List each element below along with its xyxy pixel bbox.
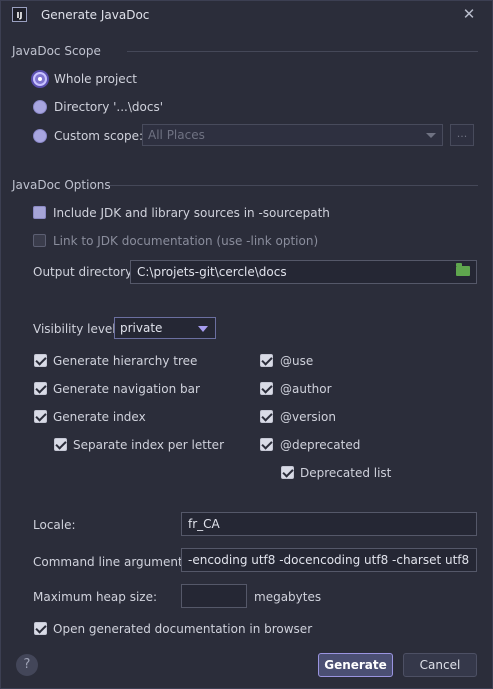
heap-field[interactable]	[181, 584, 247, 608]
deprecated-list-label[interactable]: Deprecated list	[300, 466, 391, 480]
window-title: Generate JavaDoc	[41, 8, 150, 22]
intellij-icon: IJ	[12, 7, 27, 22]
include-jdk-label[interactable]: Include JDK and library sources in -sour…	[53, 206, 330, 220]
folder-icon[interactable]	[456, 263, 470, 276]
heap-unit-label: megabytes	[254, 590, 322, 604]
args-field[interactable]: -encoding utf8 -docencoding utf8 -charse…	[181, 548, 477, 572]
radio-custom-scope-label[interactable]: Custom scope:	[54, 129, 143, 143]
heap-label: Maximum heap size:	[33, 590, 158, 604]
locale-label: Locale:	[33, 518, 76, 532]
link-jdk-label: Link to JDK documentation (use -link opt…	[53, 234, 319, 248]
radio-directory[interactable]	[33, 100, 47, 114]
navigation-bar-checkbox[interactable]	[34, 382, 47, 395]
locale-field[interactable]: fr_CA	[181, 512, 477, 536]
output-dir-label: Output directory:	[33, 265, 136, 279]
close-icon[interactable]: ✕	[460, 5, 478, 23]
args-label: Command line arguments:	[33, 555, 193, 569]
browse-scope-button[interactable]: ...	[450, 124, 474, 146]
deprecated-tag-checkbox[interactable]	[260, 438, 273, 451]
separate-index-checkbox[interactable]	[54, 438, 67, 451]
visibility-value: private	[120, 321, 163, 335]
hierarchy-tree-checkbox[interactable]	[34, 354, 47, 367]
hierarchy-tree-label[interactable]: Generate hierarchy tree	[53, 354, 197, 368]
generate-button[interactable]: Generate	[318, 653, 393, 677]
use-tag-label[interactable]: @use	[280, 354, 313, 368]
help-icon[interactable]: ?	[16, 654, 38, 676]
version-tag-label[interactable]: @version	[280, 410, 336, 424]
output-dir-field[interactable]: C:\projets-git\cercle\docs	[130, 260, 477, 284]
scope-separator	[127, 51, 478, 52]
cancel-button[interactable]: Cancel	[403, 653, 477, 677]
radio-whole-project-label[interactable]: Whole project	[54, 72, 137, 86]
navigation-bar-label[interactable]: Generate navigation bar	[53, 382, 200, 396]
include-jdk-checkbox[interactable]	[33, 206, 46, 219]
author-tag-label[interactable]: @author	[280, 382, 332, 396]
radio-directory-label[interactable]: Directory '...\docs'	[54, 100, 163, 114]
open-browser-label[interactable]: Open generated documentation in browser	[53, 622, 312, 636]
open-browser-checkbox[interactable]	[34, 622, 47, 635]
generate-index-label[interactable]: Generate index	[53, 410, 146, 424]
options-separator	[110, 185, 478, 186]
visibility-label: Visibility level:	[33, 322, 120, 336]
deprecated-list-checkbox[interactable]	[281, 466, 294, 479]
separate-index-label[interactable]: Separate index per letter	[73, 438, 224, 452]
scope-section-title: JavaDoc Scope	[12, 44, 101, 58]
version-tag-checkbox[interactable]	[260, 410, 273, 423]
custom-scope-combo[interactable]: All Places	[142, 124, 443, 146]
radio-custom-scope[interactable]	[33, 129, 47, 143]
author-tag-checkbox[interactable]	[260, 382, 273, 395]
visibility-select[interactable]: private	[114, 317, 216, 339]
title-bar: IJ Generate JavaDoc ✕	[0, 0, 493, 30]
radio-whole-project[interactable]	[33, 72, 47, 86]
custom-scope-value: All Places	[148, 128, 205, 142]
options-section-title: JavaDoc Options	[12, 178, 111, 192]
deprecated-tag-label[interactable]: @deprecated	[280, 438, 360, 452]
link-jdk-checkbox[interactable]	[33, 234, 46, 247]
chevron-down-icon	[198, 326, 208, 332]
chevron-down-icon	[426, 133, 436, 138]
use-tag-checkbox[interactable]	[260, 354, 273, 367]
generate-index-checkbox[interactable]	[34, 410, 47, 423]
output-dir-value: C:\projets-git\cercle\docs	[137, 265, 287, 279]
